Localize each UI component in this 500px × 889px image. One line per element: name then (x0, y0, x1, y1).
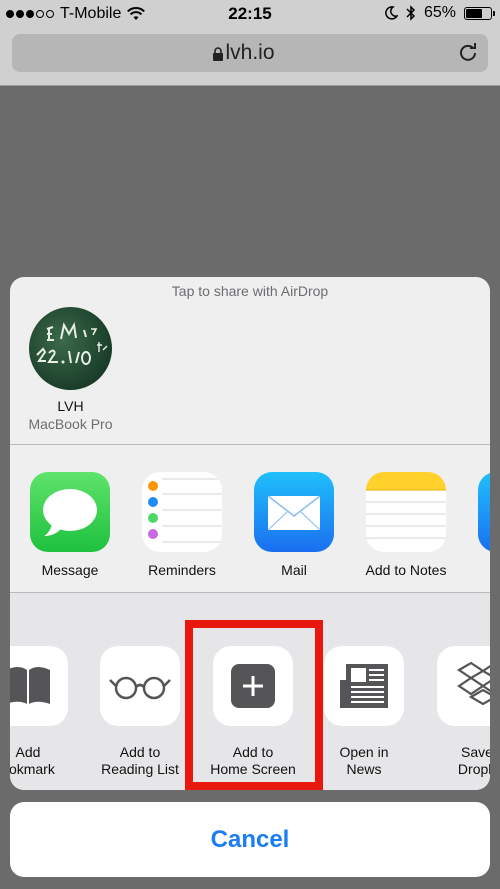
action-label-line1: Save (461, 744, 490, 760)
battery-percent: 65% (423, 4, 456, 21)
status-bar: T-Mobile 22:15 65% (0, 0, 500, 28)
action-add-reading-list[interactable]: Add to Reading List (85, 646, 195, 778)
action-open-in-news[interactable]: Open in News (309, 646, 419, 778)
reload-icon[interactable] (458, 42, 478, 62)
action-label-line1: Open in (339, 744, 389, 760)
action-save-to-dropbox[interactable]: Save Dropb (422, 646, 490, 778)
battery-icon (464, 6, 495, 20)
share-app-mail[interactable]: Mail (239, 472, 349, 578)
battery-level (466, 8, 482, 18)
address-bar[interactable]: lvh.io (12, 34, 488, 72)
airdrop-title: Tap to share with AirDrop (171, 283, 329, 299)
app-label: Add to Notes (365, 562, 447, 578)
action-label-line1: Add (15, 744, 41, 760)
notes-icon (366, 472, 446, 552)
news-icon (324, 646, 404, 726)
glasses-icon (100, 646, 180, 726)
chalkboard-image (36, 321, 108, 365)
browser-toolbar: lvh.io (0, 28, 500, 86)
app-label: Reminders (148, 562, 216, 578)
airdrop-device-name: LVH (57, 398, 84, 414)
divider (10, 444, 490, 445)
moon-icon (385, 6, 398, 20)
action-label-line2: Dropb (457, 761, 490, 777)
action-label-line2: News (346, 761, 382, 777)
dropbox-icon (437, 646, 490, 726)
action-label-line1: Add to (119, 744, 161, 760)
app-label: Mail (281, 562, 307, 578)
book-icon (10, 646, 68, 726)
reminders-icon (142, 472, 222, 552)
share-app-reminders[interactable]: Reminders (127, 472, 237, 578)
status-right-group: 65% (384, 4, 495, 22)
app-label: Message (41, 562, 99, 578)
airdrop-device-avatar[interactable] (29, 307, 112, 390)
highlight-box (185, 620, 323, 790)
share-app-messages[interactable]: Message (15, 472, 125, 578)
messages-icon (30, 472, 110, 552)
action-label-line2: ookmark (10, 761, 55, 777)
share-app-notes[interactable]: Add to Notes (351, 472, 461, 578)
airdrop-device-type: MacBook Pro (28, 416, 113, 432)
mail-icon (254, 472, 334, 552)
bluetooth-icon (406, 5, 416, 21)
action-label-line2: Reading List (101, 761, 179, 777)
next-app-icon[interactable] (478, 472, 490, 552)
action-add-bookmark[interactable]: Add ookmark (10, 646, 83, 778)
url-text: lvh.io (225, 41, 275, 64)
cancel-button[interactable]: Cancel (10, 802, 490, 877)
